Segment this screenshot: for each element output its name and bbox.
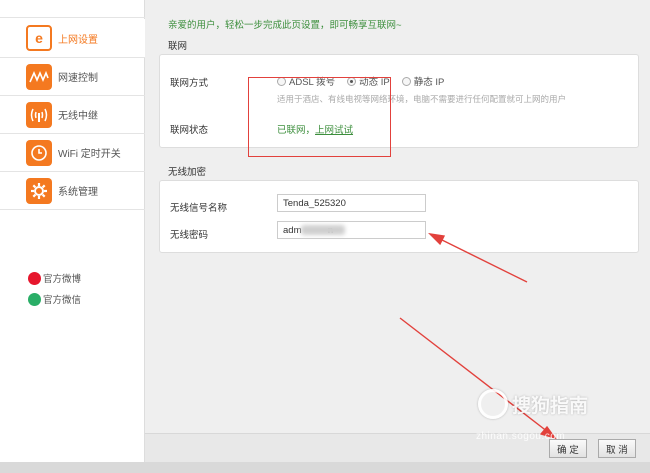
ssid-label: 无线信号名称 [170, 203, 228, 214]
watermark-text: 搜狗指南 [512, 395, 589, 417]
wechat-icon [28, 292, 41, 306]
relay-icon [26, 101, 52, 128]
wireless-section-title: 无线加密 [168, 167, 207, 178]
social-wechat-link[interactable]: 官方微信 [28, 292, 81, 306]
sidebar-item-label: 系统管理 [58, 187, 98, 198]
sidebar-item-internet-settings[interactable]: e 上网设置 [0, 19, 145, 58]
radio-static-ip[interactable]: 静态 IP [401, 74, 445, 88]
password-label: 无线密码 [170, 230, 209, 241]
password-input[interactable] [277, 221, 426, 239]
connection-status-label: 联网状态 [170, 125, 209, 136]
sidebar-item-label: WiFi 定时开关 [58, 149, 121, 160]
sogou-logo-icon [478, 389, 508, 419]
watermark-url: zhinan.sogou.com [476, 431, 566, 442]
speed-wave-icon [26, 63, 52, 90]
timer-icon [26, 139, 52, 166]
bottom-strip [0, 462, 650, 473]
network-section-title: 联网 [168, 41, 188, 52]
sogou-watermark: 搜狗指南 [478, 389, 588, 419]
gear-icon [26, 177, 52, 204]
wireless-panel: 无线信号名称 无线密码 [159, 180, 639, 253]
social-label: 官方微博 [43, 274, 82, 285]
sidebar: e 上网设置 网速控制 无线中继 WiFi 定时开关 系统管理 官方微博 官方微… [0, 0, 145, 473]
radio-label: 静态 IP [413, 77, 445, 88]
sidebar-item-wifi-timer[interactable]: WiFi 定时开关 [0, 134, 145, 172]
sidebar-item-wireless-relay[interactable]: 无线中继 [0, 96, 145, 134]
sidebar-item-system-management[interactable]: 系统管理 [0, 172, 145, 210]
radio-circle [401, 76, 411, 86]
sidebar-top-divider [0, 0, 145, 18]
connection-mode-label: 联网方式 [170, 78, 209, 89]
ssid-input[interactable] [277, 194, 426, 212]
weibo-icon [28, 271, 41, 285]
password-redaction-blur [301, 225, 345, 235]
sidebar-item-label: 无线中继 [58, 111, 98, 122]
router-settings-page: e 上网设置 网速控制 无线中继 WiFi 定时开关 系统管理 官方微博 官方微… [0, 0, 650, 473]
action-bar: 确 定 取 消 [145, 433, 650, 462]
ie-icon: e [26, 25, 52, 51]
social-label: 官方微信 [43, 295, 82, 306]
greeting-text: 亲爱的用户，轻松一步完成此页设置，即可畅享互联网~ [168, 20, 402, 31]
cancel-button[interactable]: 取 消 [598, 439, 636, 458]
social-weibo-link[interactable]: 官方微博 [28, 271, 81, 285]
sidebar-item-label: 网速控制 [58, 73, 98, 84]
sidebar-item-label: 上网设置 [58, 34, 98, 46]
annotation-red-box [248, 77, 391, 157]
network-panel: 联网方式 ADSL 拨号 动态 IP 静态 IP 适用于酒店、有线电视等网络环境… [159, 54, 639, 148]
sidebar-item-speed-control[interactable]: 网速控制 [0, 58, 145, 96]
